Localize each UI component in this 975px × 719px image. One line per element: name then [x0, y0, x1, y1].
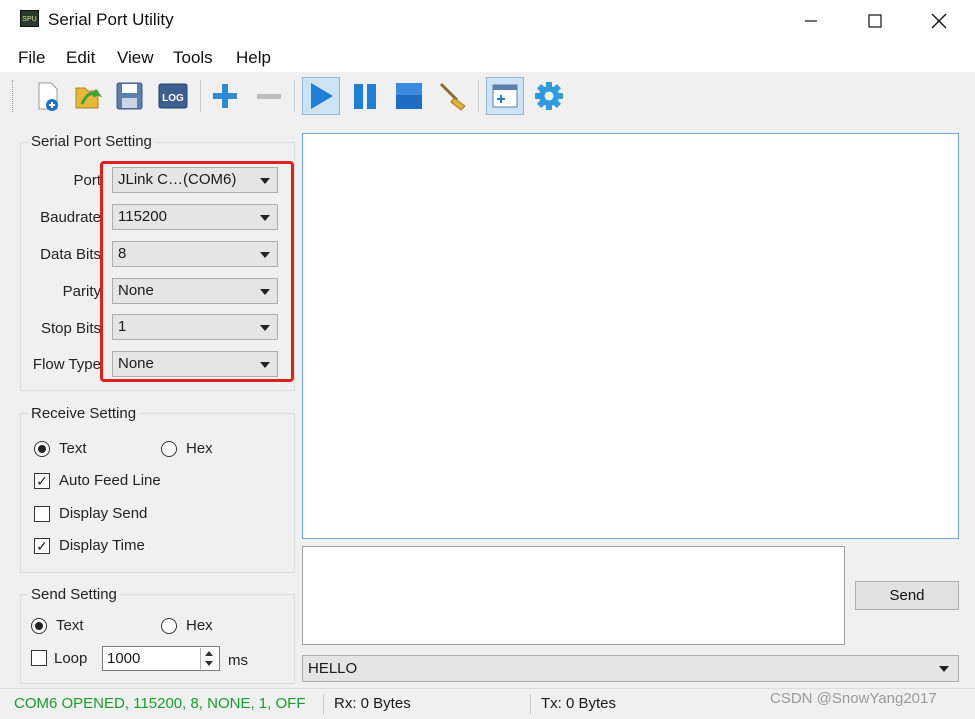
baudrate-label: Baudrate [40, 209, 101, 226]
loop-interval-value: 1000 [107, 650, 141, 667]
send-hex-radio[interactable] [161, 618, 177, 634]
log-button[interactable]: LOG [154, 77, 192, 115]
spin-up-icon[interactable] [205, 651, 213, 656]
new-file-icon [38, 82, 58, 111]
add-button[interactable] [206, 77, 244, 115]
auto-feed-line-checkbox[interactable]: ✓ [34, 473, 50, 489]
remove-icon [257, 94, 281, 99]
port-label: Port [73, 172, 101, 189]
toolbar-separator [478, 80, 479, 112]
pause-button[interactable] [346, 77, 384, 115]
settings-button[interactable] [530, 77, 568, 115]
new-window-icon [492, 84, 518, 108]
interval-unit-label: ms [228, 652, 248, 669]
interval-spinner[interactable] [200, 648, 218, 669]
send-history-select[interactable]: HELLO [302, 655, 959, 682]
rx-counter: Rx: 0 Bytes [334, 695, 411, 712]
spin-down-icon[interactable] [205, 661, 213, 666]
stop-icon [396, 83, 422, 109]
menu-help[interactable]: Help [236, 48, 271, 68]
minimize-button[interactable] [779, 0, 843, 42]
send-button[interactable]: Send [855, 581, 959, 610]
maximize-button[interactable] [843, 0, 907, 42]
minimize-icon [805, 20, 817, 22]
receive-text-label: Text [59, 440, 87, 457]
start-button[interactable] [302, 77, 340, 115]
menu-bar: File Edit View Tools Help [0, 42, 975, 72]
send-text-label: Text [56, 617, 84, 634]
open-folder-icon [75, 87, 102, 109]
loop-checkbox[interactable] [31, 650, 47, 666]
display-time-checkbox[interactable]: ✓ [34, 538, 50, 554]
clear-broom-icon [439, 82, 466, 111]
window-title: Serial Port Utility [48, 10, 174, 29]
connection-status: COM6 OPENED, 115200, 8, NONE, 1, OFF [14, 695, 306, 712]
display-time-label: Display Time [59, 537, 145, 554]
open-button[interactable] [68, 77, 106, 115]
receive-hex-radio[interactable] [161, 441, 177, 457]
serial-port-setting-title: Serial Port Setting [28, 133, 155, 150]
loop-label: Loop [54, 650, 88, 667]
toolbar-grip [12, 80, 14, 112]
menu-file[interactable]: File [18, 48, 45, 68]
new-window-button[interactable] [486, 77, 524, 115]
save-icon [116, 82, 143, 110]
new-button[interactable] [28, 77, 66, 115]
receive-textarea[interactable] [302, 133, 959, 539]
maximize-icon [868, 14, 882, 28]
toolbar: LOG [0, 72, 975, 121]
display-send-checkbox[interactable] [34, 506, 50, 522]
close-icon [931, 13, 947, 29]
add-icon [213, 84, 237, 108]
settings-gear-icon [535, 82, 563, 110]
display-send-label: Display Send [59, 505, 148, 522]
stop-button[interactable] [390, 77, 428, 115]
send-text-radio[interactable] [31, 618, 47, 634]
status-separator [530, 694, 531, 714]
menu-edit[interactable]: Edit [66, 48, 95, 68]
menu-tools[interactable]: Tools [173, 48, 213, 68]
menu-view[interactable]: View [117, 48, 154, 68]
history-value: HELLO [308, 660, 358, 677]
remove-button[interactable] [250, 77, 288, 115]
highlight-box [100, 161, 294, 382]
pause-icon [354, 84, 376, 109]
receive-hex-label: Hex [186, 440, 213, 457]
svg-text:LOG: LOG [162, 93, 184, 104]
data-bits-label: Data Bits [40, 246, 101, 263]
send-hex-label: Hex [186, 617, 213, 634]
flow-type-label: Flow Type [32, 356, 101, 373]
status-separator [323, 694, 324, 714]
receive-text-radio[interactable] [34, 441, 50, 457]
save-button[interactable] [110, 77, 148, 115]
loop-interval-input[interactable]: 1000 [102, 646, 220, 671]
stop-bits-label: Stop Bits [40, 320, 101, 337]
tx-counter: Tx: 0 Bytes [541, 695, 617, 712]
clear-button[interactable] [434, 77, 472, 115]
parity-label: Parity [62, 283, 101, 300]
auto-feed-line-label: Auto Feed Line [59, 472, 161, 489]
chevron-down-icon [939, 666, 949, 672]
log-icon: LOG [158, 83, 188, 109]
toolbar-separator [200, 80, 201, 112]
app-icon: SPU [20, 10, 39, 27]
toolbar-separator [294, 80, 295, 112]
watermark: CSDN @SnowYang2017 [770, 690, 937, 707]
send-textarea[interactable] [302, 546, 845, 645]
play-icon [311, 83, 333, 109]
title-bar[interactable]: SPU Serial Port Utility [0, 0, 975, 42]
receive-setting-title: Receive Setting [28, 405, 140, 422]
send-setting-title: Send Setting [28, 586, 120, 603]
close-button[interactable] [907, 0, 971, 42]
